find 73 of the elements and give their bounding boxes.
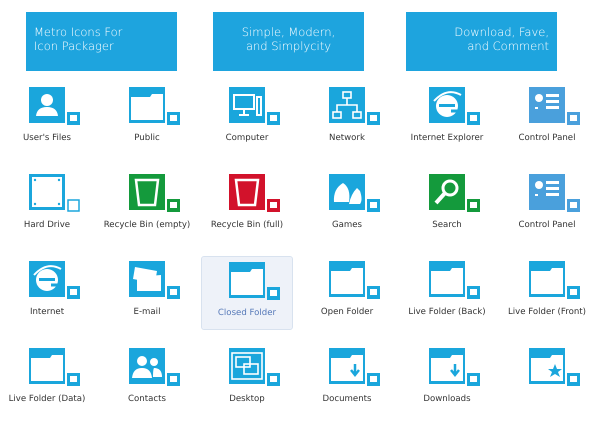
icon-tile[interactable]: Search <box>401 169 493 243</box>
banner: Download, Fave, and Comment <box>406 12 557 71</box>
icon-label: Documents <box>322 394 372 404</box>
icon-tile[interactable]: Open Folder <box>301 256 393 330</box>
icon-tile[interactable]: Documents <box>301 343 393 417</box>
network-icon <box>329 87 381 127</box>
icon-label: Closed Folder <box>218 308 276 318</box>
icon-tile[interactable]: Games <box>301 169 393 243</box>
search-icon <box>429 174 481 214</box>
icon-tile[interactable]: Control Panel <box>501 169 593 243</box>
games-icon <box>329 174 381 214</box>
folder-icon <box>329 261 381 301</box>
icon-label: User's Files <box>22 133 72 143</box>
icon-label: Live Folder (Back) <box>408 307 486 317</box>
icon-tile[interactable]: Internet Explorer <box>401 82 493 156</box>
icon-label: Live Folder (Front) <box>508 307 586 317</box>
banner: Simple, Modern, and Simplycity <box>213 12 364 71</box>
icon-tile[interactable]: Computer <box>201 82 293 156</box>
icon-label: Recycle Bin (empty) <box>104 220 190 230</box>
trash-icon <box>129 174 181 214</box>
icon-label: Contacts <box>128 394 166 404</box>
icon-tile[interactable]: Network <box>301 82 393 156</box>
icon-tile[interactable]: Desktop <box>201 343 293 417</box>
folder-icon <box>29 348 81 388</box>
folder-icon <box>129 87 181 127</box>
icon-tile[interactable]: Live Folder (Data) <box>1 343 93 417</box>
icon-tile[interactable]: Control Panel <box>501 82 593 156</box>
icon-label: Computer <box>226 133 268 143</box>
icon-label: Control Panel <box>518 220 576 230</box>
icon-label: Control Panel <box>518 133 576 143</box>
download-folder-icon <box>329 348 381 388</box>
icon-tile[interactable]: Live Folder (Front) <box>501 256 593 330</box>
icon-label: E-mail <box>134 307 160 317</box>
icon-label: Internet Explorer <box>410 133 484 143</box>
icon-label: Open Folder <box>320 307 374 317</box>
drive-icon <box>29 174 81 214</box>
desktop-icon <box>229 348 281 388</box>
icon-tile[interactable]: Hard Drive <box>1 169 93 243</box>
icon-label: Internet <box>30 307 64 317</box>
icon-label: Desktop <box>229 394 265 404</box>
icon-label: Recycle Bin (full) <box>210 220 284 230</box>
icon-label: Network <box>329 133 365 143</box>
icon-tile[interactable]: E-mail <box>101 256 193 330</box>
icon-tile[interactable]: Recycle Bin (empty) <box>101 169 193 243</box>
folder-icon <box>529 261 581 301</box>
icon-tile[interactable]: Public <box>101 82 193 156</box>
icon-label: Hard Drive <box>24 220 70 230</box>
banner: Metro Icons For Icon Packager <box>26 12 177 71</box>
computer-icon <box>229 87 281 127</box>
star-folder-icon <box>529 348 581 388</box>
download-folder-icon <box>429 348 481 388</box>
icon-tile[interactable]: Internet <box>1 256 93 330</box>
folder-icon <box>429 261 481 301</box>
icon-label: Live Folder (Data) <box>8 394 86 404</box>
icon-tile[interactable]: Live Folder (Back) <box>401 256 493 330</box>
contacts-icon <box>129 348 181 388</box>
control-panel-icon <box>529 174 581 214</box>
icon-label: Downloads <box>423 394 471 404</box>
icon-tile[interactable]: User's Files <box>1 82 93 156</box>
icon-tile[interactable]: Downloads <box>401 343 493 417</box>
icon-tile[interactable]: Closed Folder <box>201 256 293 330</box>
control-panel-icon <box>529 87 581 127</box>
icon-tile[interactable]: Recycle Bin (full) <box>201 169 293 243</box>
mail-icon <box>129 261 181 301</box>
browser-icon <box>429 87 481 127</box>
browser-icon <box>29 261 81 301</box>
icon-label: Public <box>134 133 160 143</box>
trash-icon <box>229 174 281 214</box>
icon-label: Search <box>432 220 462 230</box>
icon-tile[interactable]: Contacts <box>101 343 193 417</box>
user-icon <box>29 87 81 127</box>
folder-icon <box>229 262 281 302</box>
icon-label: Games <box>332 220 362 230</box>
